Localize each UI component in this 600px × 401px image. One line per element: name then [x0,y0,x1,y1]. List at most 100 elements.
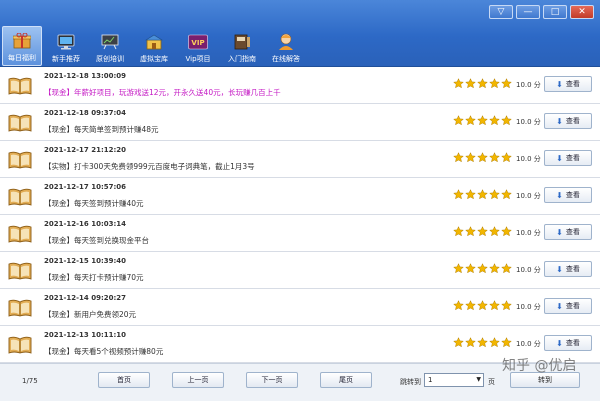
tab-label: 新手推荐 [52,55,80,63]
download-icon: ⬇ [556,116,563,126]
star-icon [477,226,488,237]
rating-stars [453,78,512,89]
star-icon [501,189,512,200]
book-icon [8,151,32,171]
prev-page-button[interactable]: 上一页 [172,372,224,388]
item-title: 【现金】每天简单签到预计赚48元 [44,125,159,134]
tab-vip-projects[interactable]: VIP Vip项目 [178,26,218,66]
star-icon [489,152,500,163]
jump-page-select[interactable]: 1 ▼ [424,373,484,387]
list-item[interactable]: 2021-12-17 10:57:06 【现金】每天签到预计赚40元 10.0 分 ⬇… [0,178,600,215]
next-page-button[interactable]: 下一页 [246,372,298,388]
list-item[interactable]: 2021-12-18 13:00:09 【现金】年薪好项目，玩游戏送12元，开永久… [0,67,600,104]
item-score: 10.0 分 [516,229,541,237]
view-button[interactable]: ⬇ 查看 [544,76,592,92]
list-item[interactable]: 2021-12-17 21:12:20 【实物】打卡300天免费领999元百度电子… [0,141,600,178]
tab-getting-started[interactable]: 入门指南 [222,26,262,66]
view-button[interactable]: ⬇ 查看 [544,150,592,166]
view-label: 查看 [565,339,580,347]
star-icon [489,78,500,89]
toolbar-tabs: 每日福利 新手推荐 原创培训 虚拟宝库 VIP Vip项目 入门指南 在线解答 [2,26,306,66]
tab-online-answers[interactable]: 在线解答 [266,26,306,66]
maximize-icon[interactable]: □ [543,5,567,19]
list-item[interactable]: 2021-12-16 10:03:14 【现金】每天签到兑换现金平台 10.0 分 ⬇… [0,215,600,252]
book-icon [8,262,32,282]
view-button[interactable]: ⬇ 查看 [544,261,592,277]
item-score: 10.0 分 [516,192,541,200]
item-score: 10.0 分 [516,155,541,163]
item-date: 2021-12-17 10:57:06 [44,183,127,191]
tab-original-training[interactable]: 原创培训 [90,26,130,66]
vip-badge-text: VIP [191,39,204,47]
star-icon [501,115,512,126]
star-icon [465,189,476,200]
support-person-icon [276,33,296,51]
item-title: 【现金】每天看5个视频预计赚80元 [44,347,164,356]
download-icon: ⬇ [556,190,563,200]
star-icon [477,152,488,163]
book-icon [8,225,32,245]
book-icon [8,114,32,134]
minimize-icon[interactable]: — [516,5,540,19]
list-item[interactable]: 2021-12-15 10:39:40 【现金】每天打卡预计赚70元 10.0 分 ⬇… [0,252,600,289]
page-unit-label: 页 [488,378,495,386]
chevron-down-icon: ▼ [476,376,481,383]
item-date: 2021-12-16 10:03:14 [44,220,127,228]
vip-badge-icon: VIP [188,33,208,51]
skin-menu-icon[interactable]: ▽ [489,5,513,19]
item-date: 2021-12-18 13:00:09 [44,72,127,80]
rating-stars [453,263,512,274]
item-score: 10.0 分 [516,118,541,126]
tab-newbie-recommend[interactable]: 新手推荐 [46,26,86,66]
star-icon [501,226,512,237]
star-icon [477,189,488,200]
star-icon [489,337,500,348]
download-icon: ⬇ [556,301,563,311]
tab-virtual-treasury[interactable]: 虚拟宝库 [134,26,174,66]
top-toolbar: ▽ — □ ✕ 每日福利 新手推荐 原创培训 虚拟宝库 VIP Vip项目 入门… [0,0,600,67]
view-label: 查看 [565,191,580,199]
rating-stars [453,337,512,348]
star-icon [465,337,476,348]
item-date: 2021-12-13 10:11:10 [44,331,127,339]
download-icon: ⬇ [556,264,563,274]
star-icon [453,263,464,274]
view-button[interactable]: ⬇ 查看 [544,224,592,240]
list-item[interactable]: 2021-12-13 10:11:10 【现金】每天看5个视频预计赚80元 10.0… [0,326,600,363]
star-icon [453,115,464,126]
treasure-store-icon [144,33,164,51]
star-icon [501,152,512,163]
star-icon [465,226,476,237]
download-icon: ⬇ [556,227,563,237]
go-button[interactable]: 转到 [510,372,580,388]
list-item[interactable]: 2021-12-14 09:20:27 【现金】新用户免费领20元 10.0 分 ⬇ 查… [0,289,600,326]
guide-book-icon [232,33,252,51]
star-icon [465,115,476,126]
rating-stars [453,300,512,311]
view-label: 查看 [565,265,580,273]
close-icon[interactable]: ✕ [570,5,594,19]
view-button[interactable]: ⬇ 查看 [544,298,592,314]
jump-label: 跳转到 [400,378,421,386]
tab-daily-welfare[interactable]: 每日福利 [2,26,42,66]
star-icon [465,78,476,89]
view-button[interactable]: ⬇ 查看 [544,335,592,351]
star-icon [465,263,476,274]
item-title: 【现金】每天签到预计赚40元 [44,199,144,208]
star-icon [489,226,500,237]
jump-page-value: 1 [428,376,433,384]
gift-box-icon [12,32,32,50]
list-item[interactable]: 2021-12-18 09:37:04 【现金】每天简单签到预计赚48元 10.0 … [0,104,600,141]
tab-label: 每日福利 [8,54,36,62]
star-icon [453,300,464,311]
view-button[interactable]: ⬇ 查看 [544,187,592,203]
star-icon [453,337,464,348]
star-icon [489,300,500,311]
star-icon [501,263,512,274]
view-button[interactable]: ⬇ 查看 [544,113,592,129]
pagination-bar: 1/75 首页 上一页 下一页 尾页 跳转到 1 ▼ 页 转到 [0,363,600,401]
first-page-button[interactable]: 首页 [98,372,150,388]
book-icon [8,299,32,319]
last-page-button[interactable]: 尾页 [320,372,372,388]
star-icon [453,152,464,163]
